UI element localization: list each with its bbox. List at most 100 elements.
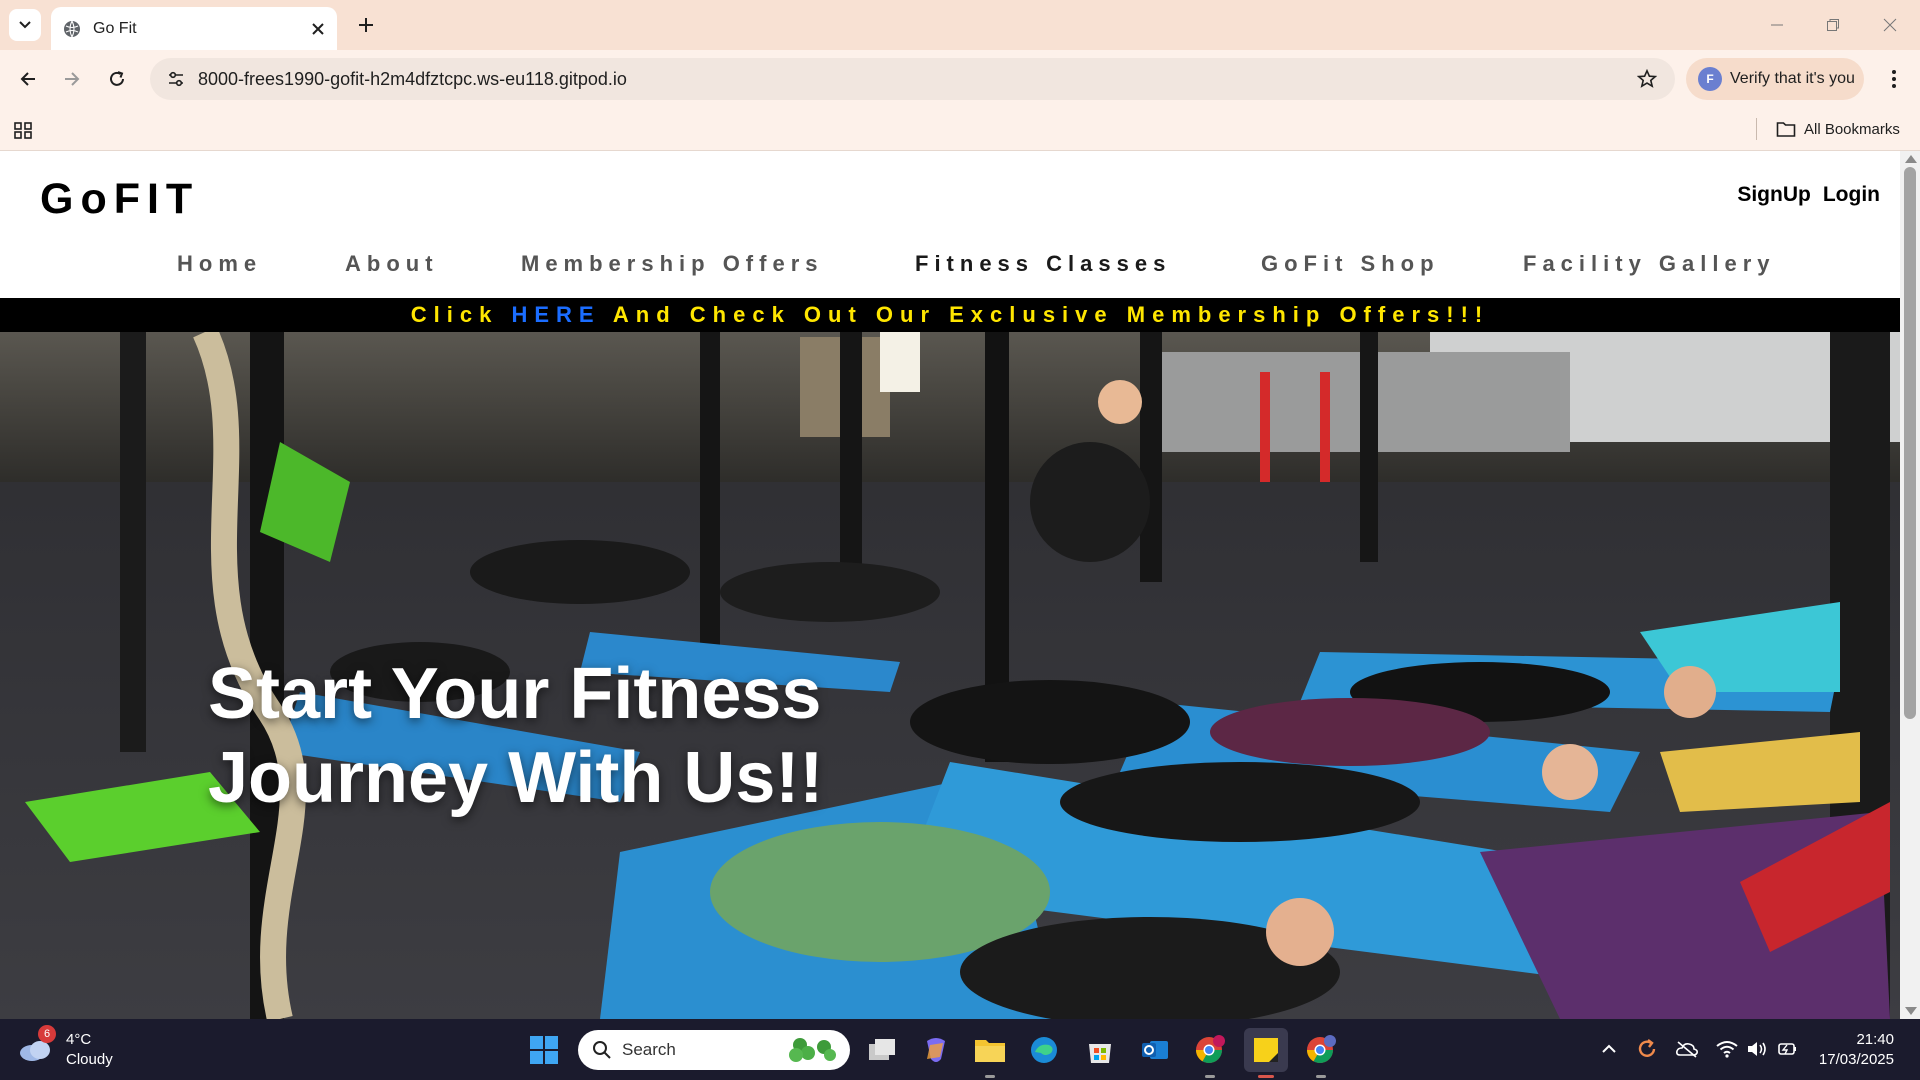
- microsoft-store-button[interactable]: [1078, 1028, 1122, 1072]
- browser-tab-bar: Go Fit: [0, 0, 1920, 50]
- plus-icon: [359, 18, 373, 32]
- folder-icon: [1776, 122, 1796, 137]
- scroll-thumb[interactable]: [1904, 167, 1916, 719]
- show-hidden-icons-button[interactable]: [1596, 1036, 1622, 1062]
- minimize-icon: [1771, 24, 1783, 26]
- chrome-button[interactable]: [1299, 1028, 1343, 1078]
- promo-text-before: Click: [410, 302, 512, 327]
- battery-button[interactable]: [1774, 1036, 1800, 1062]
- restore-button[interactable]: [1820, 12, 1846, 38]
- page-viewport: GoFIT SignUp Login Home About Membership…: [0, 151, 1900, 1019]
- taskbar-search-placeholder: Search: [622, 1040, 676, 1059]
- file-explorer-button[interactable]: [968, 1028, 1012, 1078]
- nav-about[interactable]: About: [345, 251, 439, 277]
- browser-menu-button[interactable]: [1878, 63, 1910, 95]
- close-window-button[interactable]: [1877, 12, 1903, 38]
- bookmark-star-button[interactable]: [1627, 58, 1667, 100]
- weather-condition: Cloudy: [66, 1051, 113, 1068]
- weather-temperature: 4°C: [66, 1031, 92, 1048]
- promo-text: Click HERE And Check Out Our Exclusive M…: [411, 302, 1489, 328]
- battery-charging-icon: [1778, 1043, 1796, 1055]
- tab-search-button[interactable]: [9, 9, 41, 41]
- address-bar[interactable]: 8000-frees1990-gofit-h2m4dfztcpc.ws-eu11…: [150, 58, 1675, 100]
- site-info-button[interactable]: [156, 58, 196, 100]
- taskbar-search[interactable]: Search: [578, 1030, 850, 1070]
- chevron-down-icon: [19, 21, 31, 29]
- close-tab-icon[interactable]: [311, 22, 325, 36]
- volume-button[interactable]: [1744, 1036, 1770, 1062]
- weather-widget[interactable]: 6 4°C Cloudy: [18, 1025, 113, 1072]
- file-explorer-icon: [975, 1040, 1005, 1062]
- speaker-icon: [1748, 1042, 1766, 1056]
- nav-facility-gallery[interactable]: Facility Gallery: [1523, 251, 1776, 277]
- running-indicator: [1205, 1075, 1215, 1078]
- running-indicator: [1316, 1075, 1326, 1078]
- running-indicator: [985, 1075, 995, 1078]
- nav-membership-offers[interactable]: Membership Offers: [521, 251, 824, 277]
- restore-icon: [1827, 19, 1839, 31]
- all-bookmarks-button[interactable]: All Bookmarks: [1776, 115, 1900, 143]
- site-logo[interactable]: GoFIT: [40, 175, 199, 224]
- forward-button[interactable]: [56, 63, 88, 95]
- tab-title: Go Fit: [93, 19, 137, 37]
- hero-title-line-2: Journey With Us!!: [208, 738, 824, 818]
- onedrive-status-button[interactable]: [1674, 1036, 1700, 1062]
- auth-links: SignUp Login: [1737, 183, 1880, 207]
- new-tab-button[interactable]: [353, 12, 379, 38]
- profile-avatar: F: [1698, 67, 1722, 91]
- verify-label: Verify that it's you: [1730, 70, 1855, 87]
- url-text[interactable]: 8000-frees1990-gofit-h2m4dfztcpc.ws-eu11…: [198, 69, 1627, 90]
- nav-home[interactable]: Home: [177, 251, 262, 277]
- outlook-icon: [1142, 1041, 1168, 1059]
- sticky-notes-icon: [1254, 1038, 1278, 1062]
- chrome-icon: [1306, 1035, 1336, 1064]
- hero-section: Start Your Fitness Journey With Us!!: [0, 332, 1900, 1019]
- verify-identity-button[interactable]: F Verify that it's you: [1686, 58, 1864, 100]
- page-scrollbar[interactable]: [1900, 151, 1920, 1019]
- edge-button[interactable]: [1022, 1028, 1066, 1072]
- login-link[interactable]: Login: [1823, 183, 1880, 207]
- task-view-button[interactable]: [860, 1028, 904, 1072]
- browser-tab[interactable]: Go Fit: [51, 7, 337, 50]
- scroll-down-arrow[interactable]: [1905, 1007, 1917, 1015]
- nav-gofit-shop[interactable]: GoFit Shop: [1261, 251, 1440, 277]
- close-icon: [1883, 18, 1897, 32]
- weather-alert-badge: 6: [38, 1025, 56, 1043]
- sticky-notes-button[interactable]: [1244, 1028, 1288, 1078]
- active-indicator: [1258, 1075, 1274, 1078]
- reload-button[interactable]: [101, 63, 133, 95]
- signup-link[interactable]: SignUp: [1737, 183, 1811, 207]
- system-clock[interactable]: 21:40 17/03/2025: [1819, 1030, 1894, 1070]
- wifi-icon: [1716, 1041, 1738, 1058]
- edge-icon: [1031, 1037, 1057, 1063]
- windows-taskbar: 6 4°C Cloudy Search 21:40 17/03/2025: [0, 1019, 1920, 1080]
- more-vertical-icon: [1892, 70, 1896, 88]
- star-icon: [1637, 69, 1657, 88]
- tune-icon: [169, 71, 183, 87]
- nav-fitness-classes[interactable]: Fitness Classes: [915, 251, 1171, 277]
- main-navigation: Home About Membership Offers Fitness Cla…: [0, 251, 1900, 281]
- outlook-button[interactable]: [1133, 1028, 1177, 1072]
- start-button[interactable]: [522, 1028, 566, 1072]
- chrome-profile-button[interactable]: [1188, 1028, 1232, 1078]
- browser-toolbar: 8000-frees1990-gofit-h2m4dfztcpc.ws-eu11…: [0, 50, 1920, 108]
- clock-time: 21:40: [1856, 1031, 1894, 1048]
- windows-start-icon: [530, 1036, 558, 1064]
- wifi-button[interactable]: [1714, 1036, 1740, 1062]
- copilot-icon: [927, 1038, 945, 1062]
- hero-title-line-1: Start Your Fitness: [208, 654, 822, 734]
- all-bookmarks-label: All Bookmarks: [1804, 120, 1900, 138]
- copilot-button[interactable]: [914, 1028, 958, 1072]
- sync-status-button[interactable]: [1634, 1036, 1660, 1062]
- apps-grid-icon[interactable]: [12, 118, 36, 142]
- weather-text: 4°C Cloudy: [66, 1030, 113, 1070]
- scroll-up-arrow[interactable]: [1905, 155, 1917, 163]
- minimize-button[interactable]: [1764, 12, 1790, 38]
- hero-title: Start Your Fitness Journey With Us!!: [208, 652, 1108, 820]
- back-button[interactable]: [12, 63, 44, 95]
- chrome-profile-icon: [1195, 1035, 1225, 1064]
- bookmarks-separator: [1756, 118, 1757, 140]
- arrow-left-icon: [20, 72, 35, 86]
- microsoft-store-icon: [1089, 1044, 1111, 1063]
- promo-here-link[interactable]: HERE: [511, 302, 600, 327]
